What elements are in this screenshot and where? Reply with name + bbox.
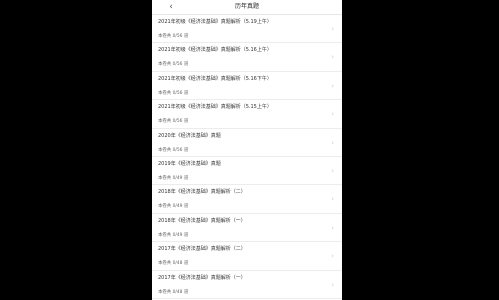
chevron-right-icon: › xyxy=(331,53,334,62)
item-title: 2021年初级《经济法基础》真题解析（5.16上午） xyxy=(158,47,272,54)
item-title: 2017年《经济法基础》真题解析（二） xyxy=(158,246,246,253)
chevron-right-icon: › xyxy=(331,25,334,33)
item-count: 本卷共 0/56 道 xyxy=(158,34,189,39)
nav-header: ‹ 历年真题 xyxy=(152,0,342,15)
chevron-right-icon: › xyxy=(331,195,334,204)
item-title: 2018年《经济法基础》真题解析（一） xyxy=(158,217,246,224)
item-count: 本卷共 0/56 道 xyxy=(158,119,189,125)
item-title: 2017年《经济法基础》真题解析（一） xyxy=(158,274,246,281)
list-item[interactable]: 2020年《经济法基础》真题 本卷共 0/56 道 › xyxy=(152,129,342,157)
exam-list: 2021年初级《经济法基础》真题解析（5.19上午） 本卷共 0/56 道 › … xyxy=(152,15,342,299)
item-title: 2019年《经济法基础》真题 xyxy=(158,160,221,167)
item-title: 2018年《经济法基础》真题解析（二） xyxy=(158,189,246,196)
item-count: 本卷共 0/48 道 xyxy=(158,261,189,267)
list-item[interactable]: 2021年初级《经济法基础》真题解析（5.16下午） 本卷共 0/56 道 › xyxy=(152,72,342,101)
item-count: 本卷共 0/49 道 xyxy=(158,232,189,238)
chevron-right-icon: › xyxy=(331,166,334,175)
chevron-right-icon: › xyxy=(331,252,334,261)
phone-screen: ‹ 历年真题 2021年初级《经济法基础》真题解析（5.19上午） 本卷共 0/… xyxy=(152,0,342,300)
chevron-right-icon: › xyxy=(331,110,334,119)
item-count: 本卷共 0/48 道 xyxy=(158,289,189,295)
item-title: 2021年初级《经济法基础》真题解析（5.16下午） xyxy=(158,75,272,82)
item-count: 本卷共 0/49 道 xyxy=(158,204,189,210)
list-item[interactable]: 2019年《经济法基础》真题 本卷共 0/49 道 › xyxy=(152,157,342,186)
item-title: 2020年《经济法基础》真题 xyxy=(158,132,221,139)
list-item[interactable]: 2018年《经济法基础》真题解析（一） 本卷共 0/49 道 › xyxy=(152,214,342,243)
item-count: 本卷共 0/56 道 xyxy=(158,62,189,68)
item-count: 本卷共 0/56 道 xyxy=(158,90,189,96)
list-item[interactable]: 2017年《经济法基础》真题解析（一） 本卷共 0/48 道 › xyxy=(152,271,342,299)
list-item[interactable]: 2017年《经济法基础》真题解析（二） 本卷共 0/48 道 › xyxy=(152,242,342,271)
chevron-right-icon: › xyxy=(331,81,334,90)
item-count: 本卷共 0/56 道 xyxy=(158,147,189,153)
list-item[interactable]: 2018年《经济法基础》真题解析（二） 本卷共 0/49 道 › xyxy=(152,185,342,214)
list-item[interactable]: 2021年初级《经济法基础》真题解析（5.15上午） 本卷共 0/56 道 › xyxy=(152,100,342,129)
item-count: 本卷共 0/49 道 xyxy=(158,175,189,181)
chevron-right-icon: › xyxy=(331,223,334,232)
list-item[interactable]: 2021年初级《经济法基础》真题解析（5.19上午） 本卷共 0/56 道 › xyxy=(152,15,342,44)
page-title: 历年真题 xyxy=(234,3,259,10)
item-title: 2021年初级《经济法基础》真题解析（5.15上午） xyxy=(158,104,272,111)
item-title: 2021年初级《经济法基础》真题解析（5.19上午） xyxy=(158,19,272,25)
chevron-right-icon: › xyxy=(331,280,334,289)
list-item[interactable]: 2021年初级《经济法基础》真题解析（5.16上午） 本卷共 0/56 道 › xyxy=(152,43,342,72)
chevron-right-icon: › xyxy=(331,138,334,147)
